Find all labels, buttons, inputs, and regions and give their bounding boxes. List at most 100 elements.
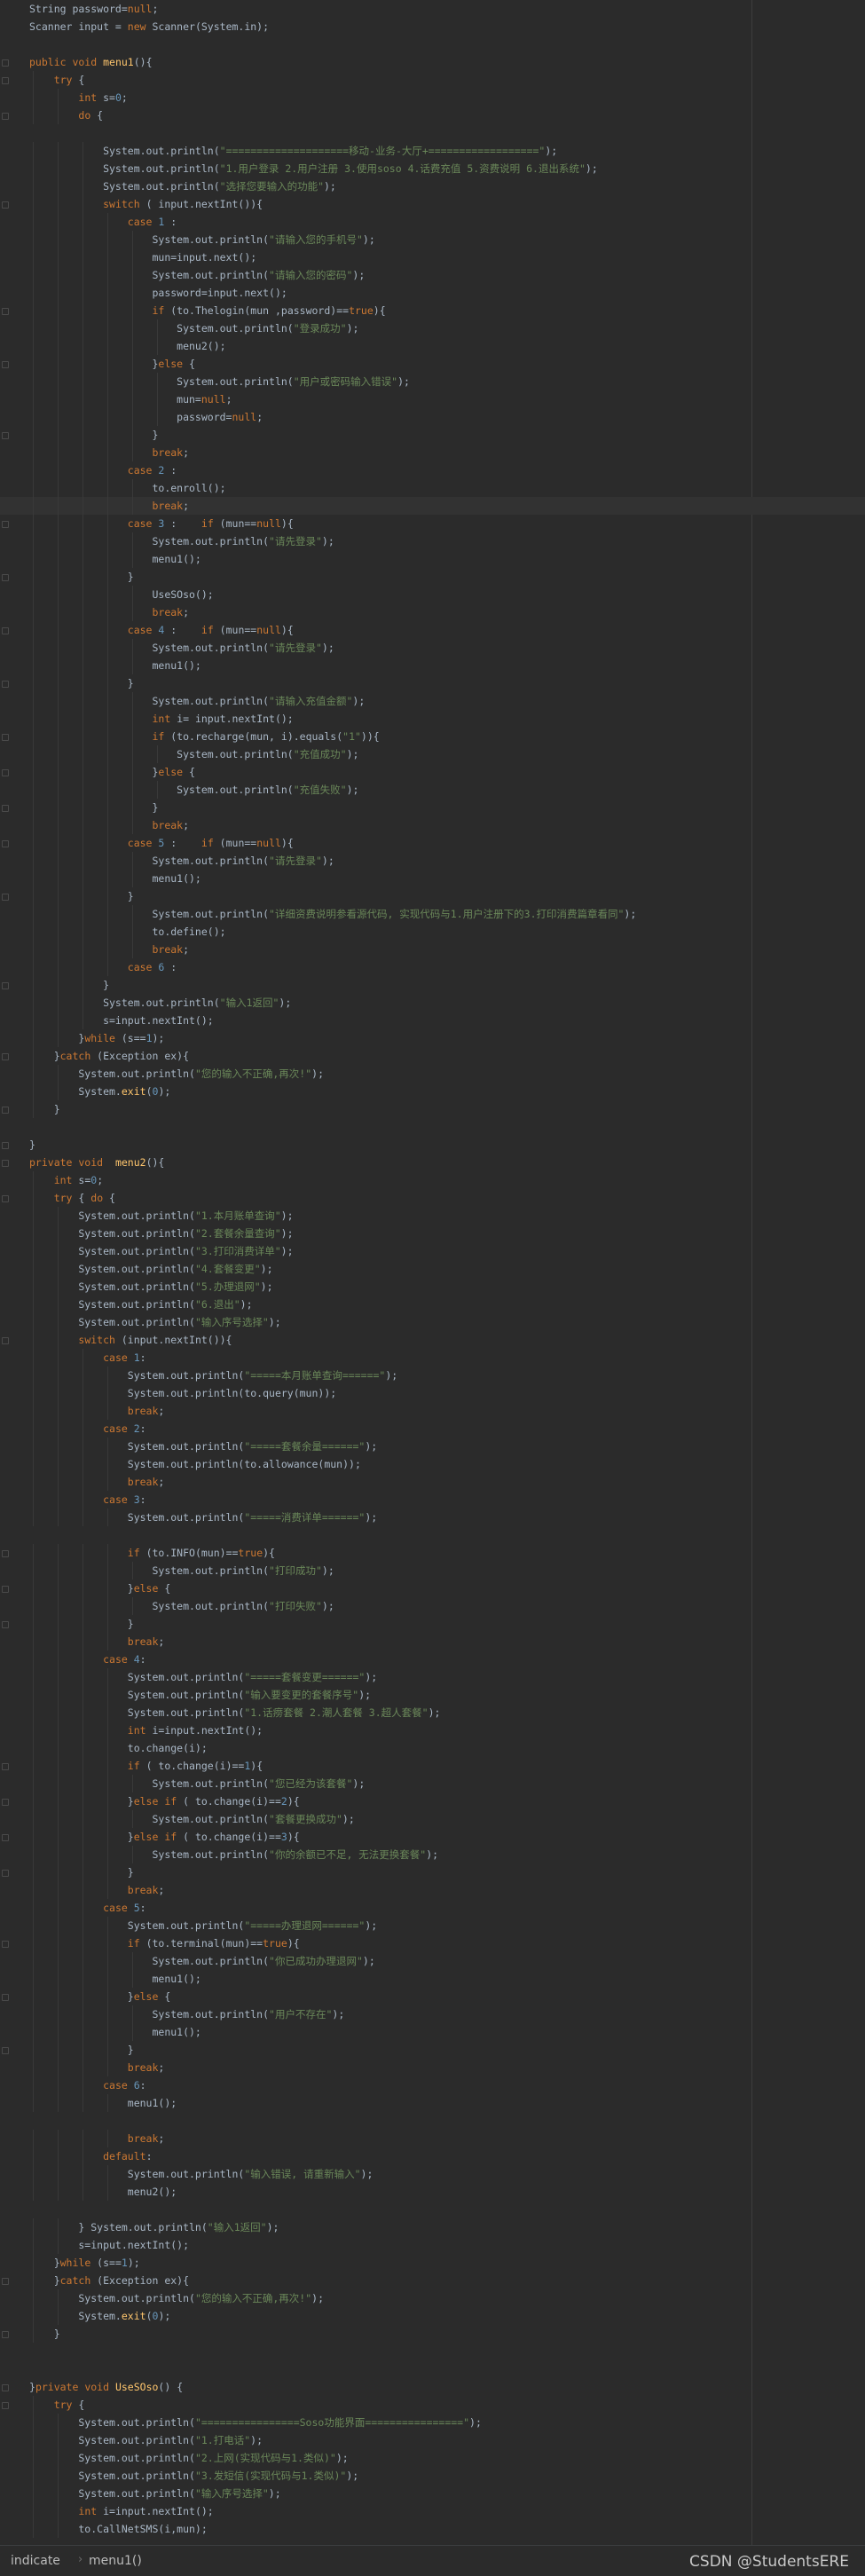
code-line[interactable]: System.out.println("请输入充值金额"); (0, 692, 865, 710)
code-line[interactable]: System.out.println("4.套餐变更"); (0, 1260, 865, 1278)
code-line[interactable]: case 3: (0, 1491, 865, 1509)
code-line[interactable]: }else if ( to.change(i)==3){ (0, 1828, 865, 1846)
code-line[interactable]: System.out.println("请先登录"); (0, 852, 865, 870)
code-line[interactable]: System.out.println("打印失败"); (0, 1597, 865, 1615)
code-line[interactable]: case 3 : if (mun==null){ (0, 515, 865, 532)
code-line[interactable]: int i=input.nextInt(); (0, 1721, 865, 1739)
code-line[interactable]: break; (0, 603, 865, 621)
code-line[interactable]: }while (s==1); (0, 2254, 865, 2272)
code-line[interactable]: case 2 : (0, 461, 865, 479)
code-line[interactable]: try { (0, 71, 865, 89)
code-line[interactable]: System.out.println("充值失败"); (0, 781, 865, 799)
code-line[interactable]: System.out.println("请先登录"); (0, 639, 865, 657)
code-line[interactable]: } (0, 674, 865, 692)
code-line[interactable]: System.out.println("================Soso… (0, 2414, 865, 2431)
code-line[interactable]: }else { (0, 1988, 865, 2005)
breadcrumb-item-class[interactable]: indicate (11, 2554, 60, 2568)
code-line[interactable]: case 4: (0, 1650, 865, 1668)
code-line[interactable]: case 6 : (0, 958, 865, 976)
code-line[interactable]: System.out.println("=====消费详单======"); (0, 1509, 865, 1526)
code-line[interactable]: to.change(i); (0, 1739, 865, 1757)
code-line[interactable]: System.out.println("输入1返回"); (0, 994, 865, 1012)
code-line[interactable]: System.out.println("=====办理退网======"); (0, 1917, 865, 1934)
code-line[interactable]: try { (0, 2396, 865, 2414)
code-line[interactable]: }else { (0, 1579, 865, 1597)
code-line[interactable]: } (0, 568, 865, 586)
code-line[interactable]: } (0, 1100, 865, 1118)
breadcrumb-item-method[interactable]: menu1() (89, 2554, 142, 2568)
code-line[interactable]: System.out.println("你的余额已不足, 无法更换套餐"); (0, 1846, 865, 1863)
code-line[interactable]: System.out.println("1.话痨套餐 2.潮人套餐 3.超人套餐… (0, 1704, 865, 1721)
code-line[interactable]: do { (0, 106, 865, 124)
code-line[interactable]: System.out.println("用户或密码输入错误"); (0, 373, 865, 390)
code-line[interactable]: System.out.println("输入错误, 请重新输入"); (0, 2165, 865, 2183)
code-line[interactable]: break; (0, 816, 865, 834)
code-line[interactable]: System.out.println("请先登录"); (0, 532, 865, 550)
code-line[interactable]: case 1: (0, 1349, 865, 1367)
code-line[interactable]: System.out.println("充值成功"); (0, 745, 865, 763)
code-line[interactable]: mun=input.next(); (0, 248, 865, 266)
code-line[interactable]: menu2(); (0, 337, 865, 355)
code-line[interactable]: break; (0, 1881, 865, 1899)
code-line[interactable]: switch (input.nextInt()){ (0, 1331, 865, 1349)
code-editor[interactable]: String password=null; Scanner input = new… (0, 0, 865, 2545)
code-line[interactable]: System.out.println("2.套餐余量查询"); (0, 1225, 865, 1242)
code-line[interactable]: password=null; (0, 408, 865, 426)
code-line[interactable]: System.out.println("3.打印消费详单"); (0, 1242, 865, 1260)
code-line[interactable]: System.out.println(to.query(mun)); (0, 1384, 865, 1402)
code-line[interactable]: System.out.println("1.用户登录 2.用户注册 3.使用so… (0, 160, 865, 177)
code-line[interactable]: System.out.println("====================… (0, 142, 865, 160)
code-line[interactable] (0, 2201, 865, 2218)
code-line[interactable]: public void menu1(){ (0, 53, 865, 71)
code-line[interactable]: break; (0, 1473, 865, 1491)
code-line[interactable]: mun=null; (0, 390, 865, 408)
code-line[interactable]: menu1(); (0, 870, 865, 887)
code-line[interactable]: break; (0, 1633, 865, 1650)
code-line[interactable]: System.out.println("详细资费说明参看源代码, 实现代码与1.… (0, 905, 865, 923)
code-line[interactable]: menu1(); (0, 657, 865, 674)
code-line[interactable]: menu1(); (0, 2094, 865, 2112)
code-line[interactable]: UseSOso(); (0, 586, 865, 603)
code-line[interactable]: } (0, 976, 865, 994)
code-line[interactable]: }private void UseSOso() { (0, 2378, 865, 2396)
code-line[interactable]: System.out.println("套餐更换成功"); (0, 1810, 865, 1828)
code-line[interactable]: password=input.next(); (0, 284, 865, 302)
code-line[interactable]: } (0, 426, 865, 444)
code-line[interactable]: break; (0, 941, 865, 958)
code-line[interactable]: if (to.Thelogin(mun ,password)==true){ (0, 302, 865, 319)
code-line[interactable]: int i=input.nextInt(); (0, 2502, 865, 2520)
code-line[interactable]: System.out.println("您已经为该套餐"); (0, 1775, 865, 1792)
code-line[interactable]: if (to.terminal(mun)==true){ (0, 1934, 865, 1952)
code-line[interactable]: System.out.println("3.发短信(实现代码与1.类似)"); (0, 2467, 865, 2485)
code-line[interactable]: System.out.println("选择您要输入的功能"); (0, 177, 865, 195)
code-line[interactable]: }else if ( to.change(i)==2){ (0, 1792, 865, 1810)
code-line[interactable] (0, 1526, 865, 1544)
code-line[interactable]: System.out.println("=====套餐变更======"); (0, 1668, 865, 1686)
code-line[interactable]: System.out.println("你已成功办理退网"); (0, 1952, 865, 1970)
code-line[interactable] (0, 1118, 865, 1136)
code-line[interactable]: System.out.println("6.退出"); (0, 1296, 865, 1313)
code-line[interactable]: } (0, 1136, 865, 1154)
code-line[interactable]: } (0, 799, 865, 816)
code-line[interactable]: System.out.println("请输入您的密码"); (0, 266, 865, 284)
code-line[interactable]: menu1(); (0, 1970, 865, 1988)
code-line[interactable]: case 1 : (0, 213, 865, 231)
code-line[interactable]: menu1(); (0, 550, 865, 568)
code-line[interactable]: s=input.nextInt(); (0, 1012, 865, 1029)
code-line[interactable]: case 2: (0, 1420, 865, 1438)
code-line[interactable]: } (0, 1863, 865, 1881)
code-line[interactable]: System.out.println("请输入您的手机号"); (0, 231, 865, 248)
code-line[interactable]: int i= input.nextInt(); (0, 710, 865, 728)
code-line[interactable]: if ( to.change(i)==1){ (0, 1757, 865, 1775)
code-line[interactable]: }else { (0, 355, 865, 373)
code-line[interactable]: System.out.println("输入要变更的套餐序号"); (0, 1686, 865, 1704)
code-line[interactable]: System.out.println("1.打电话"); (0, 2431, 865, 2449)
code-line[interactable]: switch ( input.nextInt()){ (0, 195, 865, 213)
code-line[interactable]: }catch (Exception ex){ (0, 1047, 865, 1065)
code-line[interactable]: int s=0; (0, 89, 865, 106)
code-line[interactable]: case 6: (0, 2076, 865, 2094)
code-line[interactable]: } (0, 1615, 865, 1633)
code-line[interactable]: break; (0, 2130, 865, 2147)
code-line[interactable]: System.out.println(to.allowance(mun)); (0, 1455, 865, 1473)
code-line[interactable]: System.out.println("您的输入不正确,再次!"); (0, 2289, 865, 2307)
